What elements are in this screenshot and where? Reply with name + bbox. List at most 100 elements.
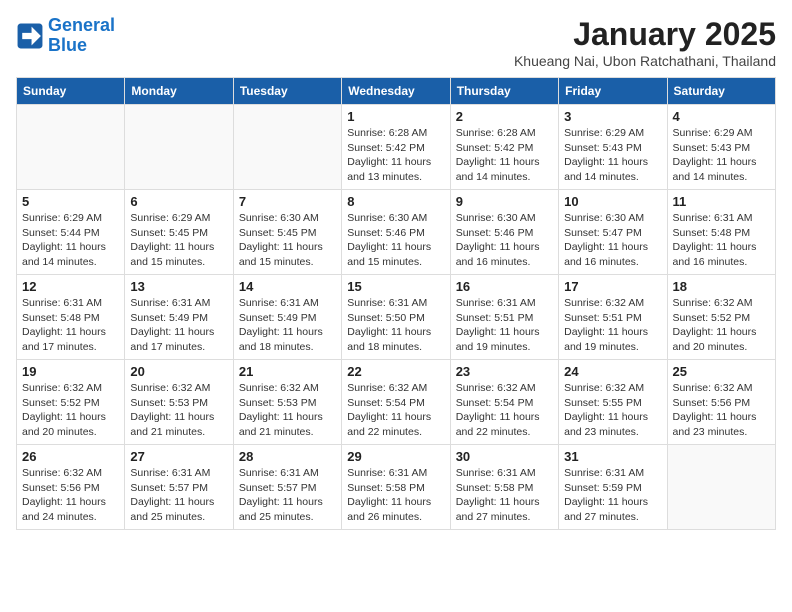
day-number: 10 xyxy=(564,194,661,209)
calendar-cell: 19 Sunrise: 6:32 AM Sunset: 5:52 PM Dayli… xyxy=(17,360,125,445)
calendar-cell: 9Sunrise: 6:30 AM Sunset: 5:46 PM Daylig… xyxy=(450,190,558,275)
calendar-cell: 16 Sunrise: 6:31 AM Sunset: 5:51 PM Dayli… xyxy=(450,275,558,360)
day-number: 17 xyxy=(564,279,661,294)
calendar-cell: 24 Sunrise: 6:32 AM Sunset: 5:55 PM Dayli… xyxy=(559,360,667,445)
day-number: 2 xyxy=(456,109,553,124)
page-header: General Blue January 2025 Khueang Nai, U… xyxy=(16,16,776,69)
day-info: Sunrise: 6:30 AM Sunset: 5:45 PM Dayligh… xyxy=(239,211,336,270)
calendar-cell: 27Sunrise: 6:31 AM Sunset: 5:57 PM Dayli… xyxy=(125,445,233,530)
day-number: 13 xyxy=(130,279,227,294)
calendar-cell: 14 Sunrise: 6:31 AM Sunset: 5:49 PM Dayli… xyxy=(233,275,341,360)
calendar-title: January 2025 xyxy=(514,16,776,53)
calendar-cell xyxy=(667,445,775,530)
calendar-cell: 7Sunrise: 6:30 AM Sunset: 5:45 PM Daylig… xyxy=(233,190,341,275)
day-number: 23 xyxy=(456,364,553,379)
week-row-4: 19 Sunrise: 6:32 AM Sunset: 5:52 PM Dayli… xyxy=(17,360,776,445)
day-info: Sunrise: 6:32 AM Sunset: 5:56 PM Dayligh… xyxy=(22,466,119,525)
calendar-cell: 11 Sunrise: 6:31 AM Sunset: 5:48 PM Dayli… xyxy=(667,190,775,275)
day-number: 30 xyxy=(456,449,553,464)
day-info: Sunrise: 6:31 AM Sunset: 5:57 PM Dayligh… xyxy=(239,466,336,525)
calendar-cell: 15 Sunrise: 6:31 AM Sunset: 5:50 PM Dayli… xyxy=(342,275,450,360)
calendar-table: SundayMondayTuesdayWednesdayThursdayFrid… xyxy=(16,77,776,530)
day-info: Sunrise: 6:31 AM Sunset: 5:58 PM Dayligh… xyxy=(456,466,553,525)
day-info: Sunrise: 6:32 AM Sunset: 5:52 PM Dayligh… xyxy=(22,381,119,440)
calendar-cell: 23 Sunrise: 6:32 AM Sunset: 5:54 PM Dayli… xyxy=(450,360,558,445)
day-number: 5 xyxy=(22,194,119,209)
week-row-2: 5 Sunrise: 6:29 AM Sunset: 5:44 PM Daylig… xyxy=(17,190,776,275)
calendar-cell: 1 Sunrise: 6:28 AM Sunset: 5:42 PM Daylig… xyxy=(342,105,450,190)
week-row-3: 12Sunrise: 6:31 AM Sunset: 5:48 PM Dayli… xyxy=(17,275,776,360)
calendar-cell: 18 Sunrise: 6:32 AM Sunset: 5:52 PM Dayli… xyxy=(667,275,775,360)
logo: General Blue xyxy=(16,16,115,56)
day-info: Sunrise: 6:31 AM Sunset: 5:57 PM Dayligh… xyxy=(130,466,227,525)
day-info: Sunrise: 6:29 AM Sunset: 5:43 PM Dayligh… xyxy=(673,126,770,185)
calendar-cell: 28Sunrise: 6:31 AM Sunset: 5:57 PM Dayli… xyxy=(233,445,341,530)
day-info: Sunrise: 6:31 AM Sunset: 5:49 PM Dayligh… xyxy=(239,296,336,355)
day-info: Sunrise: 6:32 AM Sunset: 5:54 PM Dayligh… xyxy=(456,381,553,440)
day-number: 8 xyxy=(347,194,444,209)
day-number: 18 xyxy=(673,279,770,294)
calendar-cell: 21Sunrise: 6:32 AM Sunset: 5:53 PM Dayli… xyxy=(233,360,341,445)
day-info: Sunrise: 6:32 AM Sunset: 5:53 PM Dayligh… xyxy=(239,381,336,440)
day-number: 22 xyxy=(347,364,444,379)
calendar-cell: 30 Sunrise: 6:31 AM Sunset: 5:58 PM Dayli… xyxy=(450,445,558,530)
calendar-cell: 12Sunrise: 6:31 AM Sunset: 5:48 PM Dayli… xyxy=(17,275,125,360)
calendar-cell: 4Sunrise: 6:29 AM Sunset: 5:43 PM Daylig… xyxy=(667,105,775,190)
calendar-cell xyxy=(233,105,341,190)
day-info: Sunrise: 6:31 AM Sunset: 5:58 PM Dayligh… xyxy=(347,466,444,525)
day-info: Sunrise: 6:30 AM Sunset: 5:47 PM Dayligh… xyxy=(564,211,661,270)
day-info: Sunrise: 6:28 AM Sunset: 5:42 PM Dayligh… xyxy=(347,126,444,185)
day-info: Sunrise: 6:32 AM Sunset: 5:56 PM Dayligh… xyxy=(673,381,770,440)
days-header-row: SundayMondayTuesdayWednesdayThursdayFrid… xyxy=(17,78,776,105)
day-header-thursday: Thursday xyxy=(450,78,558,105)
calendar-cell: 26 Sunrise: 6:32 AM Sunset: 5:56 PM Dayli… xyxy=(17,445,125,530)
day-header-wednesday: Wednesday xyxy=(342,78,450,105)
day-header-friday: Friday xyxy=(559,78,667,105)
calendar-cell: 20Sunrise: 6:32 AM Sunset: 5:53 PM Dayli… xyxy=(125,360,233,445)
calendar-cell: 3Sunrise: 6:29 AM Sunset: 5:43 PM Daylig… xyxy=(559,105,667,190)
calendar-cell: 13 Sunrise: 6:31 AM Sunset: 5:49 PM Dayli… xyxy=(125,275,233,360)
calendar-cell: 31 Sunrise: 6:31 AM Sunset: 5:59 PM Dayli… xyxy=(559,445,667,530)
day-number: 16 xyxy=(456,279,553,294)
calendar-subtitle: Khueang Nai, Ubon Ratchathani, Thailand xyxy=(514,53,776,69)
day-number: 26 xyxy=(22,449,119,464)
day-info: Sunrise: 6:31 AM Sunset: 5:59 PM Dayligh… xyxy=(564,466,661,525)
calendar-cell: 8 Sunrise: 6:30 AM Sunset: 5:46 PM Daylig… xyxy=(342,190,450,275)
week-row-5: 26 Sunrise: 6:32 AM Sunset: 5:56 PM Dayli… xyxy=(17,445,776,530)
day-number: 29 xyxy=(347,449,444,464)
day-number: 20 xyxy=(130,364,227,379)
day-number: 14 xyxy=(239,279,336,294)
calendar-cell: 5 Sunrise: 6:29 AM Sunset: 5:44 PM Daylig… xyxy=(17,190,125,275)
day-number: 19 xyxy=(22,364,119,379)
calendar-cell: 17Sunrise: 6:32 AM Sunset: 5:51 PM Dayli… xyxy=(559,275,667,360)
day-info: Sunrise: 6:30 AM Sunset: 5:46 PM Dayligh… xyxy=(456,211,553,270)
calendar-cell xyxy=(17,105,125,190)
title-block: January 2025 Khueang Nai, Ubon Ratchatha… xyxy=(514,16,776,69)
day-info: Sunrise: 6:30 AM Sunset: 5:46 PM Dayligh… xyxy=(347,211,444,270)
calendar-cell: 6Sunrise: 6:29 AM Sunset: 5:45 PM Daylig… xyxy=(125,190,233,275)
day-header-saturday: Saturday xyxy=(667,78,775,105)
day-number: 11 xyxy=(673,194,770,209)
logo-text: General Blue xyxy=(48,16,115,56)
calendar-cell xyxy=(125,105,233,190)
day-info: Sunrise: 6:32 AM Sunset: 5:54 PM Dayligh… xyxy=(347,381,444,440)
day-info: Sunrise: 6:31 AM Sunset: 5:49 PM Dayligh… xyxy=(130,296,227,355)
day-number: 1 xyxy=(347,109,444,124)
day-header-sunday: Sunday xyxy=(17,78,125,105)
calendar-cell: 29 Sunrise: 6:31 AM Sunset: 5:58 PM Dayli… xyxy=(342,445,450,530)
week-row-1: 1 Sunrise: 6:28 AM Sunset: 5:42 PM Daylig… xyxy=(17,105,776,190)
day-info: Sunrise: 6:29 AM Sunset: 5:44 PM Dayligh… xyxy=(22,211,119,270)
day-number: 31 xyxy=(564,449,661,464)
day-info: Sunrise: 6:32 AM Sunset: 5:52 PM Dayligh… xyxy=(673,296,770,355)
calendar-cell: 22 Sunrise: 6:32 AM Sunset: 5:54 PM Dayli… xyxy=(342,360,450,445)
day-header-monday: Monday xyxy=(125,78,233,105)
day-info: Sunrise: 6:31 AM Sunset: 5:51 PM Dayligh… xyxy=(456,296,553,355)
day-number: 24 xyxy=(564,364,661,379)
calendar-cell: 10 Sunrise: 6:30 AM Sunset: 5:47 PM Dayli… xyxy=(559,190,667,275)
logo-icon xyxy=(16,22,44,50)
day-info: Sunrise: 6:31 AM Sunset: 5:50 PM Dayligh… xyxy=(347,296,444,355)
day-info: Sunrise: 6:31 AM Sunset: 5:48 PM Dayligh… xyxy=(673,211,770,270)
day-number: 15 xyxy=(347,279,444,294)
calendar-cell: 2Sunrise: 6:28 AM Sunset: 5:42 PM Daylig… xyxy=(450,105,558,190)
day-info: Sunrise: 6:32 AM Sunset: 5:55 PM Dayligh… xyxy=(564,381,661,440)
